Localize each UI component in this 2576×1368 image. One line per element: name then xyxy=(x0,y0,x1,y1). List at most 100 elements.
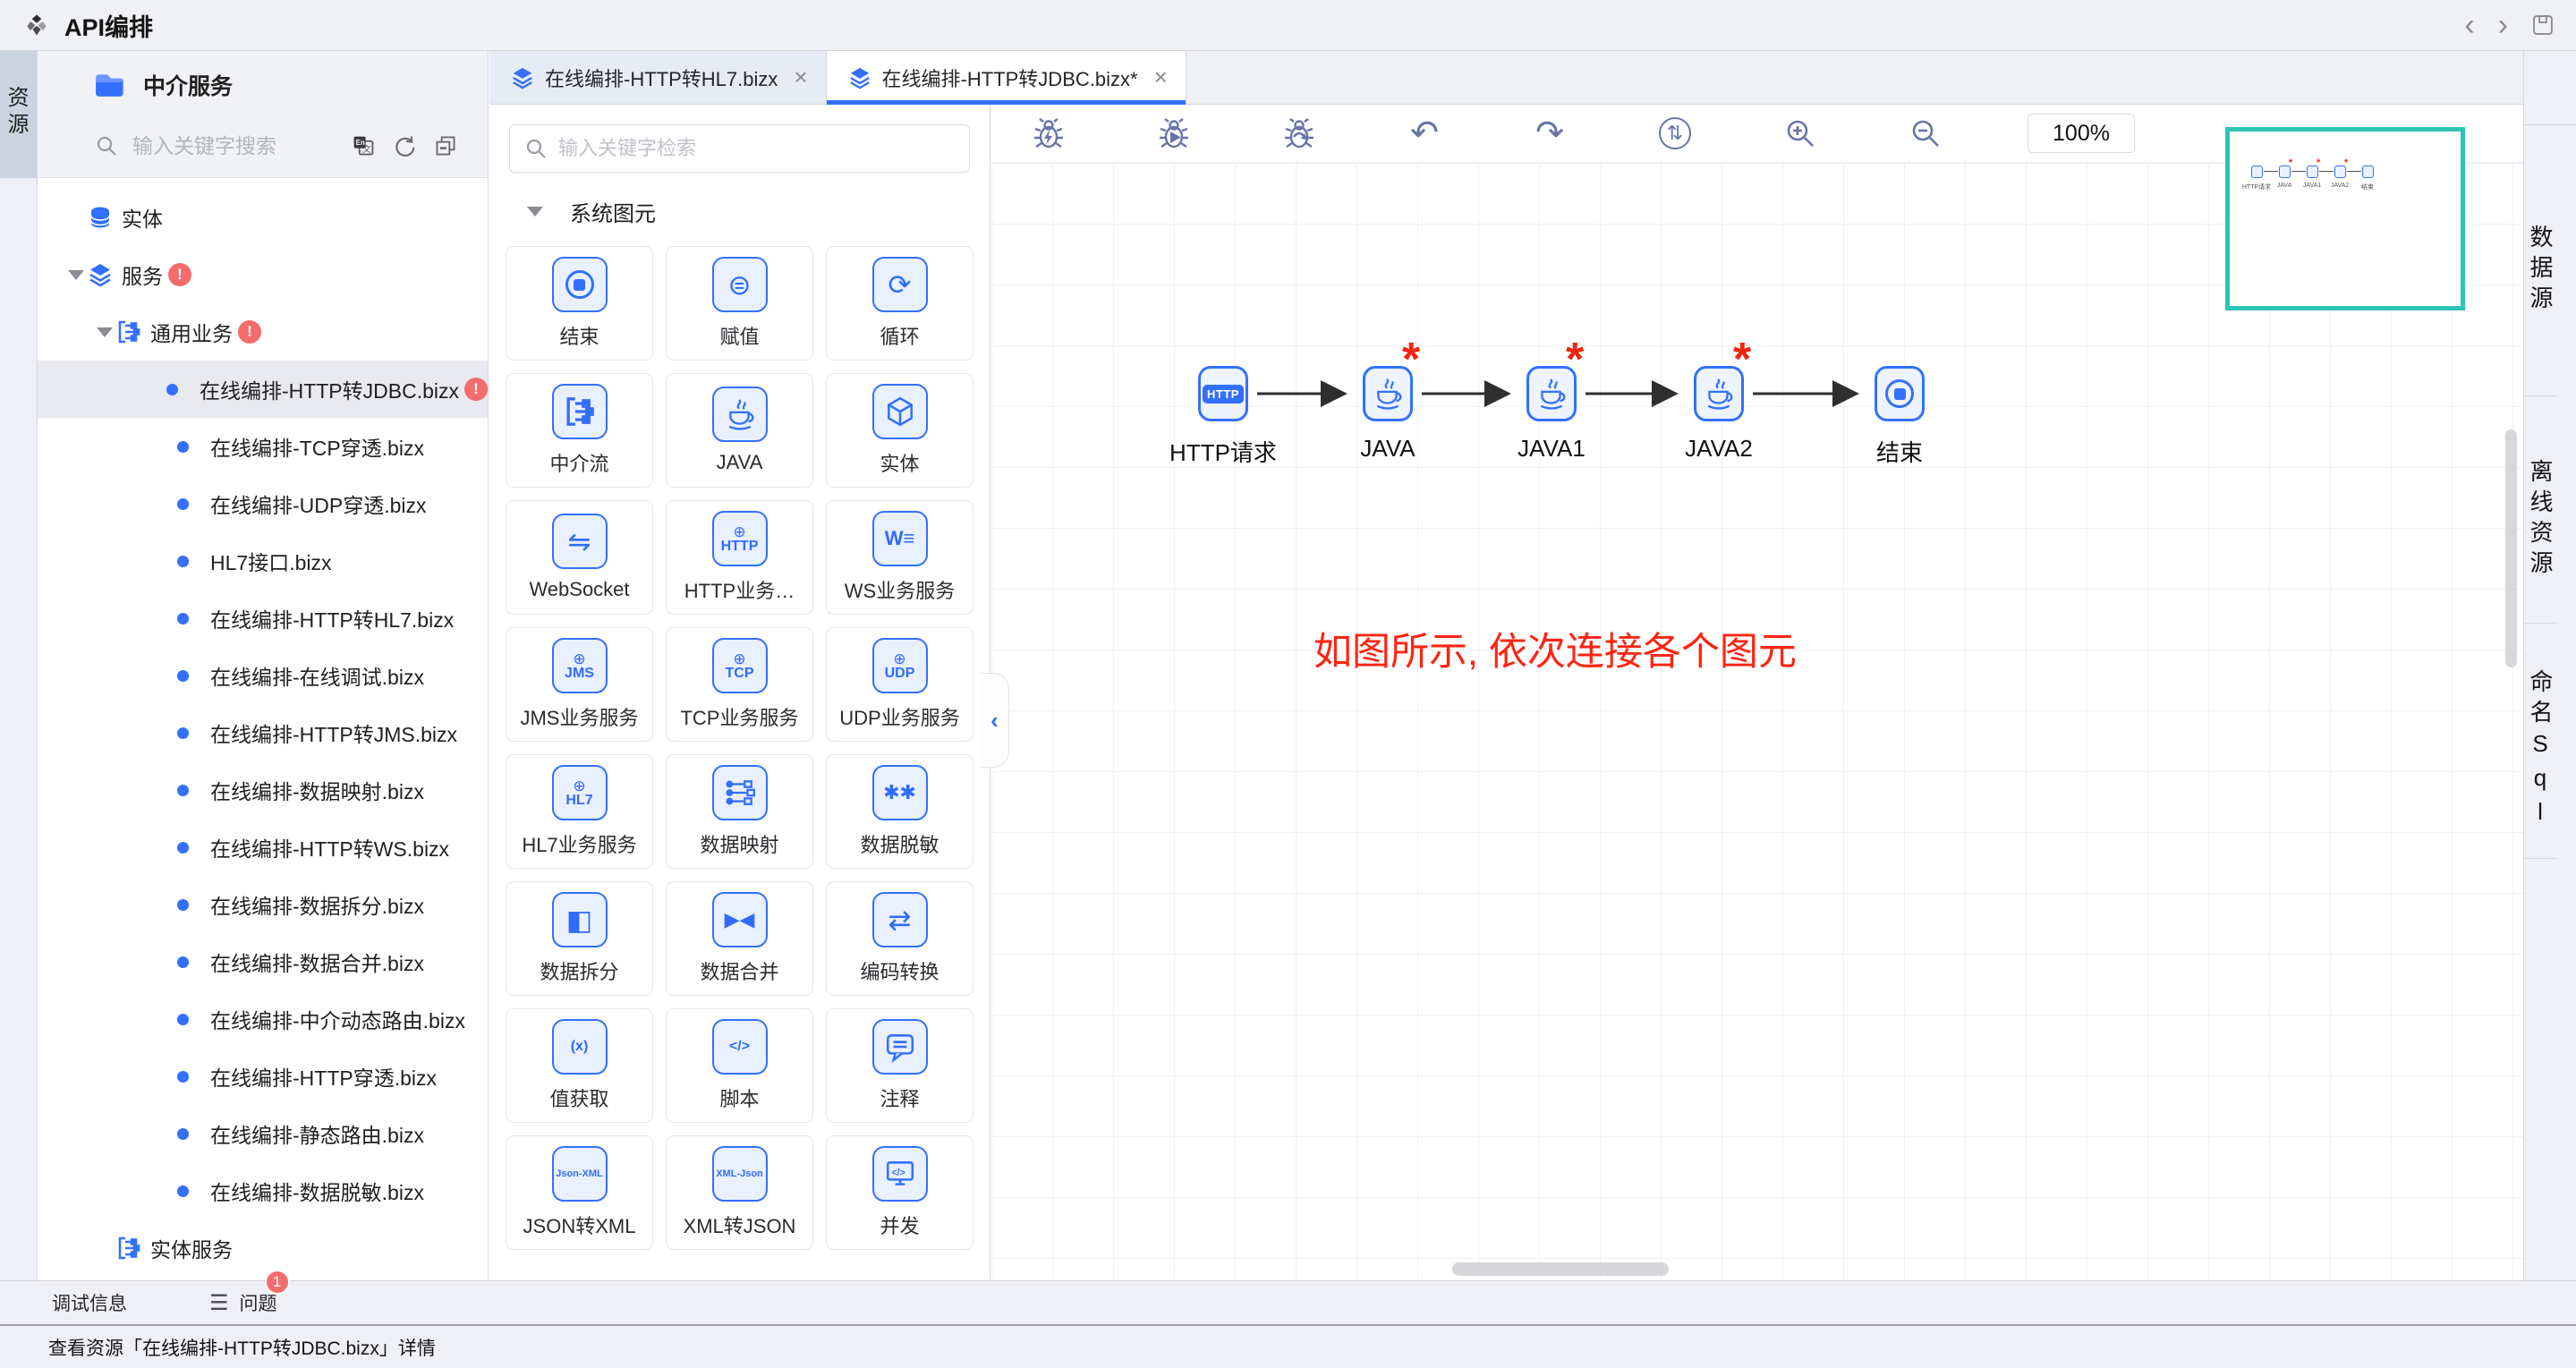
flow-node-end[interactable] xyxy=(1875,366,1925,421)
tree-item[interactable]: 在线编排-HTTP转JMS.bizx xyxy=(38,704,488,761)
entity-icon xyxy=(872,384,928,439)
right-strip-tab[interactable]: 数据源 xyxy=(2524,125,2557,396)
tree-item-label: 在线编排-数据拆分.bizx xyxy=(210,889,424,920)
palette-item[interactable]: ⊕JMSJMS业务服务 xyxy=(506,627,653,742)
minimap-connection xyxy=(2347,171,2361,172)
palette-search-input[interactable] xyxy=(558,137,955,160)
minimap-flow: HTTP请求JAVA*JAVA1*JAVA2*结束 xyxy=(2230,132,2461,306)
back-icon[interactable]: ‹ xyxy=(2464,10,2474,40)
tree-item[interactable]: 实体服务 xyxy=(38,1219,488,1277)
palette-item[interactable]: 结束 xyxy=(506,246,653,361)
globe-glyph: ⊕ xyxy=(733,651,745,667)
palette-item[interactable]: </>并发 xyxy=(826,1135,973,1250)
palette-item[interactable]: ⊕HL7HL7业务服务 xyxy=(506,754,653,869)
horizontal-scrollbar[interactable] xyxy=(1452,1262,1669,1276)
tree-item[interactable]: 在线编排-数据拆分.bizx xyxy=(38,876,488,933)
palette-item-label: HTTP业务… xyxy=(684,575,795,604)
debug-step-icon[interactable] xyxy=(1276,110,1322,157)
tree-item[interactable]: 在线编排-数据脱敏.bizx xyxy=(38,1162,488,1219)
tab-problems[interactable]: ☰ 问题 1 xyxy=(209,1289,277,1316)
app-logo-icon xyxy=(21,10,52,40)
palette-item[interactable]: ⊕HTTPHTTP业务… xyxy=(666,500,813,615)
refresh-icon[interactable] xyxy=(393,134,416,157)
debug-run-icon[interactable] xyxy=(1151,110,1197,157)
palette-item[interactable]: ⊕UDPUDP业务服务 xyxy=(826,627,973,742)
palette-item[interactable]: ⟳循环 xyxy=(826,246,973,361)
editor-tab[interactable]: 在线编排-HTTP转JDBC.bizx*× xyxy=(827,51,1186,104)
tree-item[interactable]: 在线编排-在线调试.bizx xyxy=(38,647,488,704)
palette-item[interactable]: ✱✱数据脱敏 xyxy=(826,754,973,869)
minimap-connection xyxy=(2264,171,2278,172)
loop-icon: ⟳ xyxy=(872,257,928,312)
tree-item[interactable]: 在线编排-数据映射.bizx xyxy=(38,761,488,819)
tree-item-label: 实体 xyxy=(122,202,163,233)
palette-item[interactable]: ▶◀数据合并 xyxy=(666,881,813,996)
zoom-out-icon[interactable] xyxy=(1902,110,1949,157)
right-strip-tab[interactable]: 离线资源 xyxy=(2524,396,2557,624)
tree-item[interactable]: 实体 xyxy=(38,189,488,246)
palette-item[interactable]: 实体 xyxy=(826,373,973,488)
palette-item[interactable]: Json-XMLJSON转XML xyxy=(506,1135,653,1250)
tree-item[interactable]: 在线编排-HTTP转HL7.bizx xyxy=(38,590,488,647)
palette-item[interactable]: 中介流 xyxy=(506,373,653,488)
tree-item[interactable]: 在线编排-中介动态路由.bizx xyxy=(38,990,488,1048)
right-strip-tab[interactable]: 命名Sql xyxy=(2524,624,2557,859)
palette-item[interactable]: ⊕TCPTCP业务服务 xyxy=(666,627,813,742)
palette-item[interactable]: ⇄编码转换 xyxy=(826,881,973,996)
editor-tab[interactable]: 在线编排-HTTP转HL7.bizx× xyxy=(489,51,827,104)
palette-item[interactable]: ◧数据拆分 xyxy=(506,881,653,996)
collapse-all-icon[interactable] xyxy=(434,134,457,157)
bullet-icon xyxy=(177,785,189,796)
tile-glyph: ✱✱ xyxy=(883,783,916,803)
zoom-level[interactable]: 100% xyxy=(2028,114,2135,153)
tree-item[interactable]: 在线编排-UDP穿透.bizx xyxy=(38,475,488,532)
tree-item[interactable]: HL7接口.bizx xyxy=(38,532,488,590)
palette-section-label: 系统图元 xyxy=(570,196,656,227)
palette-item[interactable]: 数据映射 xyxy=(666,754,813,869)
tree-item[interactable]: 通用业务! xyxy=(38,303,488,361)
left-strip-tab[interactable]: 资源 xyxy=(0,51,37,178)
tree-item[interactable]: 服务! xyxy=(38,246,488,303)
palette-collapse-handle[interactable]: ‹ xyxy=(981,673,1009,768)
palette-item[interactable]: W≡WS业务服务 xyxy=(826,500,973,615)
palette-item[interactable]: 注释 xyxy=(826,1008,973,1123)
explorer-search-input[interactable] xyxy=(132,134,344,158)
palette-item[interactable]: </>脚本 xyxy=(666,1008,813,1123)
debug-restart-icon[interactable] xyxy=(1025,110,1072,157)
palette-item[interactable]: ⇋WebSocket xyxy=(506,500,653,615)
palette-item[interactable]: XML-JsonXML转JSON xyxy=(666,1135,813,1250)
titlebar-controls: ‹ › xyxy=(2464,10,2555,40)
palette-section-header[interactable]: 系统图元 xyxy=(489,180,990,242)
flow-node-http[interactable]: HTTP xyxy=(1198,366,1248,421)
chevron-down-icon[interactable] xyxy=(64,270,88,280)
palette-item[interactable]: JAVA xyxy=(666,373,813,488)
tree-item[interactable]: 在线编排-HTTP转JDBC.bizx! xyxy=(38,361,488,418)
vertical-scrollbar[interactable] xyxy=(2505,429,2517,667)
flow-canvas[interactable]: HTTPHTTP请求JAVA*JAVA1*JAVA2*结束 如图所示, 依次连接… xyxy=(991,163,2523,1280)
tree-item[interactable]: 在线编排-HTTP穿透.bizx xyxy=(38,1048,488,1105)
zoom-in-icon[interactable] xyxy=(1777,110,1824,157)
tab-debug-info[interactable]: 调试信息 xyxy=(52,1289,127,1316)
tree-item[interactable]: 在线编排-数据合并.bizx xyxy=(38,933,488,990)
app-title: API编排 xyxy=(64,8,153,43)
auto-layout-icon[interactable]: ⇅ xyxy=(1652,110,1698,157)
concurrency-icon: </> xyxy=(872,1146,928,1202)
chevron-down-icon[interactable] xyxy=(93,327,116,337)
tree-item[interactable]: 在线编排-HTTP转WS.bizx xyxy=(38,819,488,876)
redo-icon[interactable]: ↷ xyxy=(1526,110,1573,157)
undo-icon[interactable]: ↶ xyxy=(1401,110,1448,157)
bullet-icon xyxy=(177,842,189,854)
right-activity-strip: 数据源离线资源命名Sql xyxy=(2523,51,2576,1280)
minimap[interactable]: HTTP请求JAVA*JAVA1*JAVA2*结束 xyxy=(2225,127,2465,310)
problems-count-badge: 1 xyxy=(265,1270,290,1295)
forward-icon[interactable]: › xyxy=(2498,10,2508,40)
explorer-panel: 中介服务 文En 实体服务!通用业务!在线编排-HTTP转JDBC.bizx!在… xyxy=(38,51,489,1280)
palette-item[interactable]: ⊜赋值 xyxy=(666,246,813,361)
close-icon[interactable]: × xyxy=(1154,64,1168,91)
translate-icon[interactable]: 文En xyxy=(352,134,375,157)
tree-item[interactable]: 在线编排-静态路由.bizx xyxy=(38,1105,488,1162)
save-icon[interactable] xyxy=(2531,13,2555,37)
close-icon[interactable]: × xyxy=(794,64,807,91)
palette-item[interactable]: (x)值获取 xyxy=(506,1008,653,1123)
tree-item[interactable]: 在线编排-TCP穿透.bizx xyxy=(38,418,488,475)
